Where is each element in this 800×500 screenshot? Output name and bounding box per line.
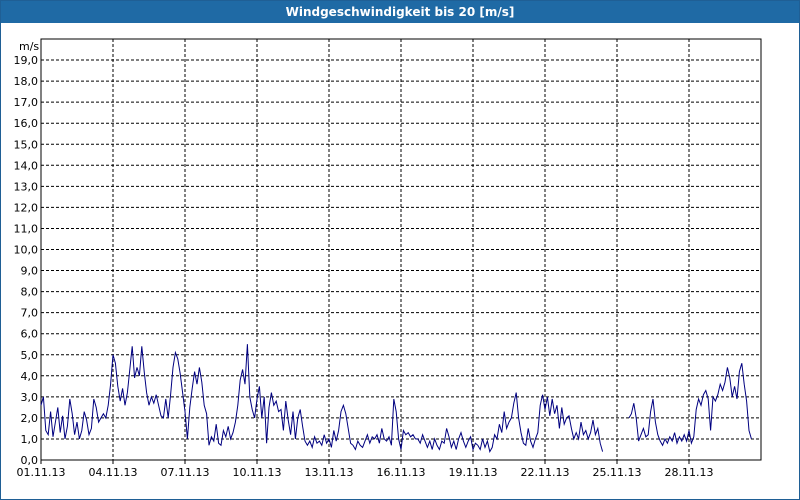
y-tick-label: 12,0 <box>14 201 39 214</box>
x-tick-label: 16.11.13 <box>377 466 426 479</box>
y-tick-label: 16,0 <box>14 117 39 130</box>
wind-speed-chart: 0,01,02,03,04,05,06,07,08,09,010,011,012… <box>14 38 762 479</box>
y-tick-label: 1,0 <box>21 433 39 446</box>
y-tick-label: 15,0 <box>14 138 39 151</box>
y-tick-label: 2,0 <box>21 412 39 425</box>
x-tick-label: 25.11.13 <box>593 466 642 479</box>
y-tick-label: 11,0 <box>14 222 39 235</box>
y-tick-label: 5,0 <box>21 349 39 362</box>
y-tick-label: 18,0 <box>14 75 39 88</box>
y-tick-label: 19,0 <box>14 54 39 67</box>
x-tick-label: 19.11.13 <box>449 466 498 479</box>
y-tick-label: 4,0 <box>21 370 39 383</box>
y-tick-label: 6,0 <box>21 328 39 341</box>
y-tick-label: 8,0 <box>21 286 39 299</box>
y-tick-label: 3,0 <box>21 391 39 404</box>
x-tick-label: 07.11.13 <box>161 466 210 479</box>
y-unit-label: m/s <box>19 40 39 53</box>
x-tick-label: 01.11.13 <box>17 466 66 479</box>
x-tick-label: 10.11.13 <box>233 466 282 479</box>
y-tick-label: 9,0 <box>21 265 39 278</box>
y-tick-label: 13,0 <box>14 180 39 193</box>
y-tick-label: 10,0 <box>14 244 39 257</box>
x-tick-label: 04.11.13 <box>89 466 138 479</box>
y-tick-label: 7,0 <box>21 307 39 320</box>
x-tick-label: 28.11.13 <box>665 466 714 479</box>
x-tick-label: 22.11.13 <box>521 466 570 479</box>
x-tick-label: 13.11.13 <box>305 466 354 479</box>
y-tick-label: 17,0 <box>14 96 39 109</box>
y-tick-label: 14,0 <box>14 159 39 172</box>
